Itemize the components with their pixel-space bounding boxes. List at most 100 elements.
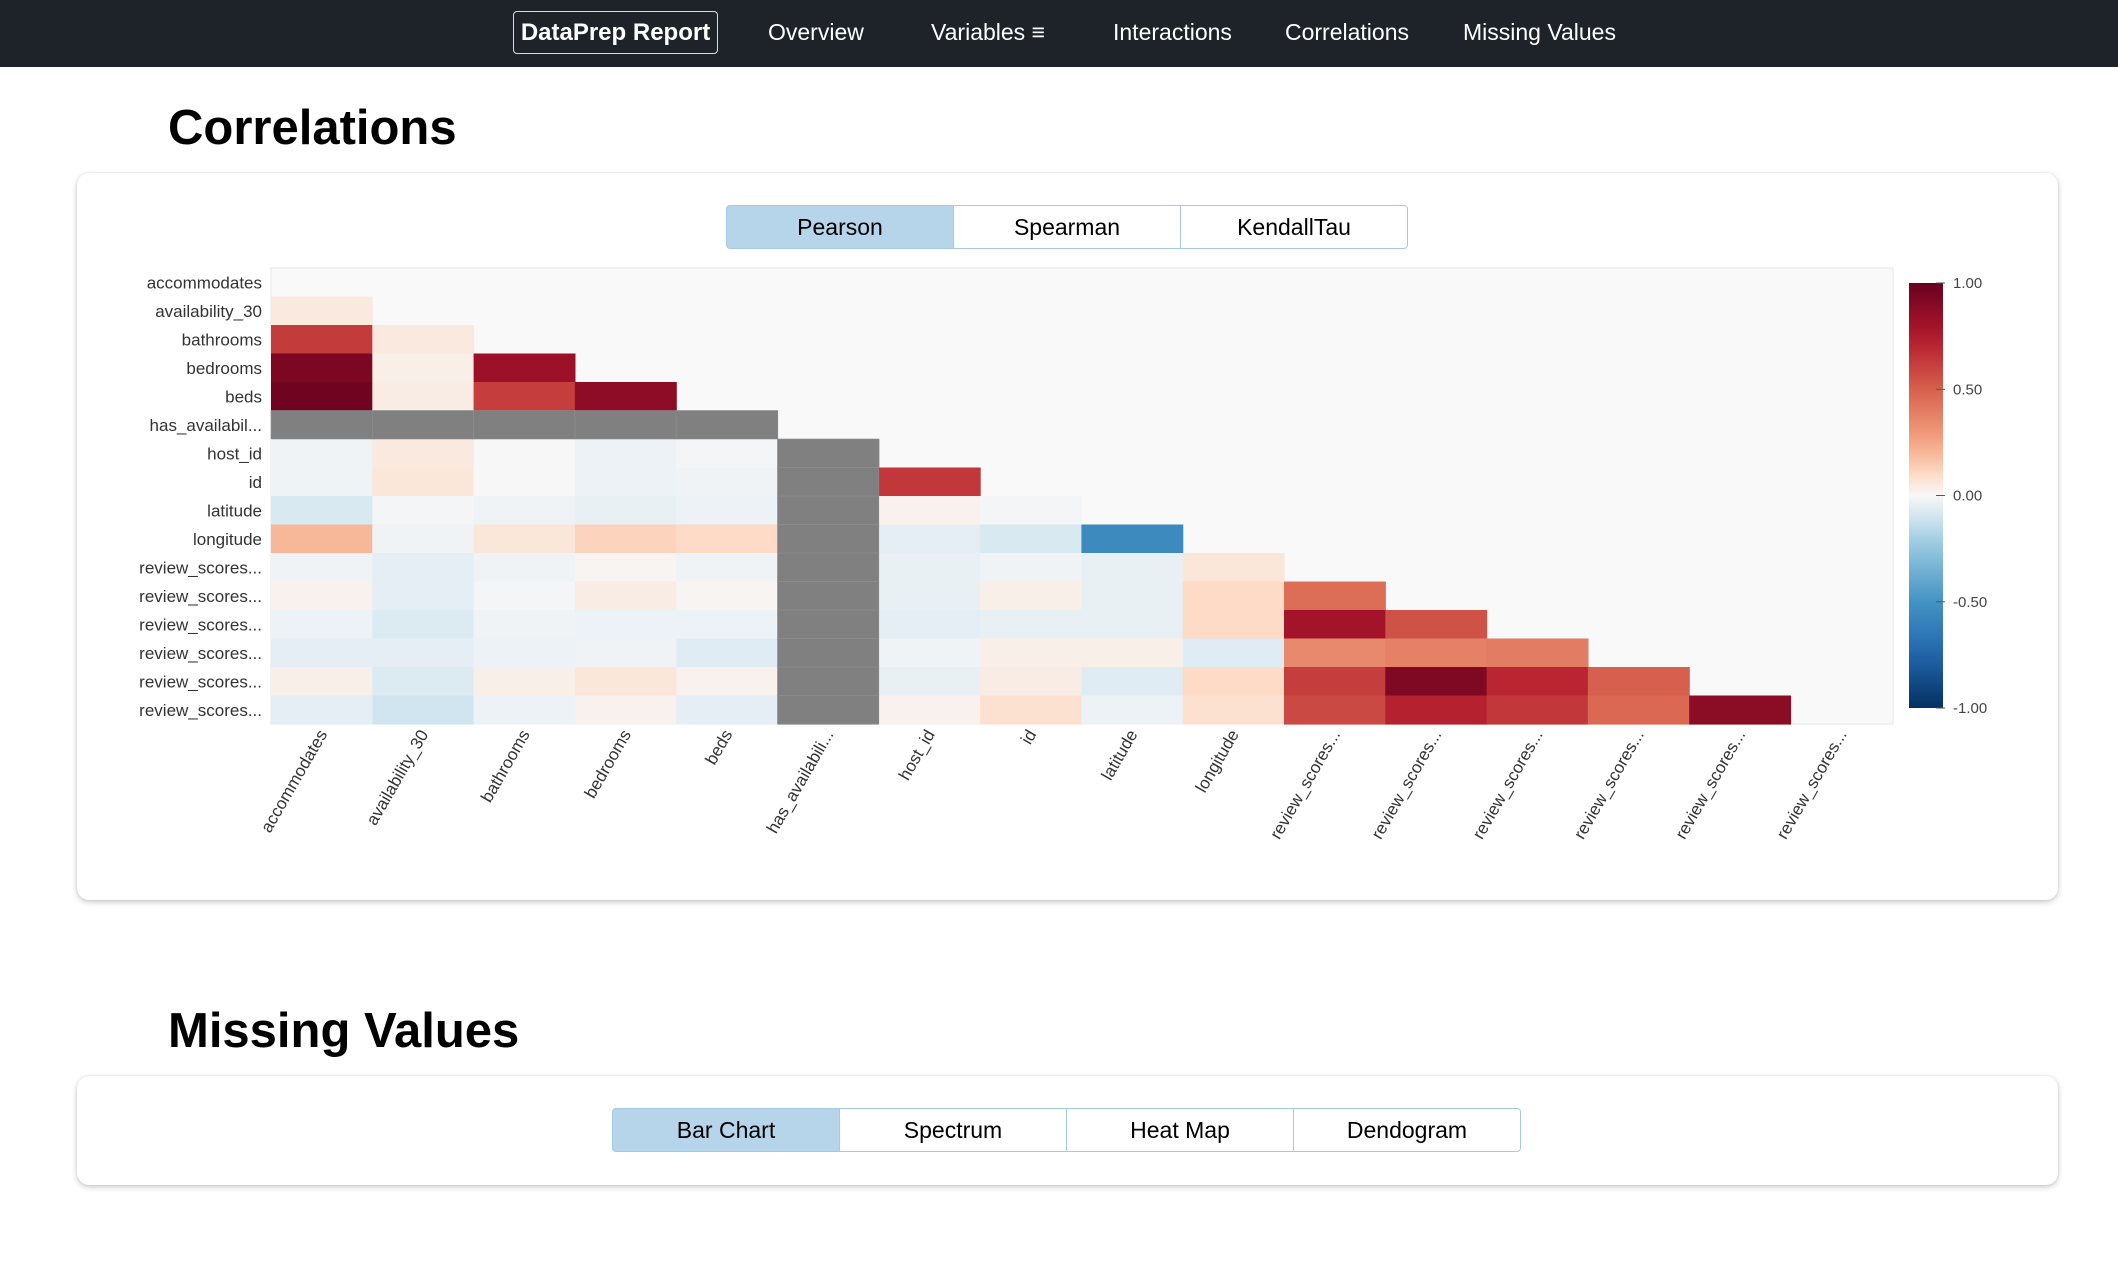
colorbar-tick-label: 0.00 xyxy=(1953,488,1982,505)
column-label: review_scores... xyxy=(1773,727,1851,843)
nav-overview[interactable]: Overview xyxy=(768,19,864,46)
heatmap-cell xyxy=(1385,638,1488,668)
heatmap-cell xyxy=(676,610,779,640)
row-label: review_scores... xyxy=(139,644,262,663)
heatmap-cell xyxy=(1385,667,1488,697)
correlation-heatmap: accommodates availability_30 bathrooms bedr… xyxy=(139,267,1987,843)
column-label: id xyxy=(1017,727,1040,748)
heatmap-cell xyxy=(1182,581,1285,611)
heatmap-cell xyxy=(271,610,373,640)
heatmap-cell xyxy=(878,496,981,526)
tab-heat-map[interactable]: Heat Map xyxy=(1066,1108,1294,1152)
heatmap-cell xyxy=(1284,695,1386,725)
heatmap-cell xyxy=(372,325,475,355)
heatmap-cell xyxy=(473,581,576,611)
row-label: id xyxy=(249,473,262,492)
column-label: longitude xyxy=(1192,727,1243,796)
heatmap-cell xyxy=(271,296,373,326)
heatmap-cell xyxy=(574,439,677,469)
nav-correlations[interactable]: Correlations xyxy=(1285,19,1409,46)
heatmap-cell xyxy=(574,382,677,412)
heatmap-cell xyxy=(777,695,880,725)
brand-button[interactable]: DataPrep Report xyxy=(513,11,718,54)
tab-spectrum[interactable]: Spectrum xyxy=(839,1108,1067,1152)
row-label: latitude xyxy=(207,501,262,520)
colorbar-tick-label: 1.00 xyxy=(1953,275,1982,292)
heatmap-cell xyxy=(777,439,880,469)
heatmap-cell xyxy=(1587,695,1690,725)
heatmap-cell xyxy=(676,439,779,469)
heatmap-cell xyxy=(473,667,576,697)
heatmap-cell xyxy=(777,467,880,497)
heatmap-cell xyxy=(372,695,475,725)
heatmap-cell xyxy=(1081,524,1184,554)
row-label: review_scores... xyxy=(139,672,262,691)
heatmap-cell xyxy=(980,667,1082,697)
tab-dendogram[interactable]: Dendogram xyxy=(1293,1108,1521,1152)
column-label: has_availabili... xyxy=(763,727,838,837)
nav-variables[interactable]: Variables ≡ xyxy=(931,19,1045,46)
heatmap-cell xyxy=(1284,667,1386,697)
heatmap-cell xyxy=(473,638,576,668)
colorbar-tick-label: 0.50 xyxy=(1953,381,1982,398)
column-label: review_scores... xyxy=(1266,727,1344,843)
heatmap-cell xyxy=(676,553,779,583)
heatmap-cell xyxy=(372,353,475,383)
heatmap-cell xyxy=(372,439,475,469)
heatmap-cell xyxy=(372,581,475,611)
heatmap-cell xyxy=(676,695,779,725)
heatmap-cell xyxy=(1486,667,1589,697)
heatmap-cell xyxy=(473,410,576,440)
heatmap-cell xyxy=(271,581,373,611)
heatmap-cell xyxy=(676,496,779,526)
heatmap-cell xyxy=(574,610,677,640)
heatmap-cell xyxy=(676,410,779,440)
column-label: bathrooms xyxy=(477,727,534,806)
heatmap-cell xyxy=(372,553,475,583)
heatmap-cell xyxy=(372,638,475,668)
heatmap-cell xyxy=(271,524,373,554)
nav-interactions[interactable]: Interactions xyxy=(1113,19,1232,46)
heatmap-cell xyxy=(473,553,576,583)
nav-missing-values[interactable]: Missing Values xyxy=(1463,19,1616,46)
heatmap-cell xyxy=(980,553,1082,583)
row-label: beds xyxy=(225,387,262,406)
heatmap-cell xyxy=(1081,667,1184,697)
heatmap-cell xyxy=(473,382,576,412)
heatmap-cell xyxy=(372,610,475,640)
heatmap-cell xyxy=(473,439,576,469)
heatmap-cell xyxy=(372,467,475,497)
heatmap-cell xyxy=(574,638,677,668)
heatmap-cell xyxy=(473,524,576,554)
heatmap-cell xyxy=(271,496,373,526)
heatmap-cell xyxy=(980,496,1082,526)
heatmap-cell xyxy=(1385,695,1488,725)
column-label: accommodates xyxy=(257,727,331,836)
heatmap-cell xyxy=(878,638,981,668)
heatmap-cell xyxy=(676,581,779,611)
heatmap-cell xyxy=(1081,610,1184,640)
column-label: review_scores... xyxy=(1469,727,1547,843)
heatmap-cell xyxy=(1182,610,1285,640)
row-label: accommodates xyxy=(147,273,262,292)
heatmap-cell xyxy=(1689,695,1792,725)
tab-bar-chart[interactable]: Bar Chart xyxy=(612,1108,840,1152)
heatmap-cell xyxy=(1284,581,1386,611)
row-label: has_availabil... xyxy=(150,416,262,435)
heatmap-cell xyxy=(473,610,576,640)
heatmap-cell xyxy=(473,496,576,526)
heatmap-cell xyxy=(980,581,1082,611)
heatmap-cell xyxy=(1182,553,1285,583)
heatmap-cell xyxy=(980,638,1082,668)
heatmap-cell xyxy=(878,667,981,697)
heatmap-cell xyxy=(676,667,779,697)
colorbar-tick-label: -0.50 xyxy=(1953,594,1987,611)
heatmap-cell xyxy=(574,524,677,554)
missing-values-card: Bar Chart Spectrum Heat Map Dendogram xyxy=(77,1076,2058,1185)
heatmap-cell xyxy=(574,581,677,611)
heatmap-cell xyxy=(372,524,475,554)
heatmap-cell xyxy=(271,410,373,440)
heatmap-cell xyxy=(676,638,779,668)
heatmap-cell xyxy=(1081,695,1184,725)
heatmap-cell xyxy=(1182,667,1285,697)
